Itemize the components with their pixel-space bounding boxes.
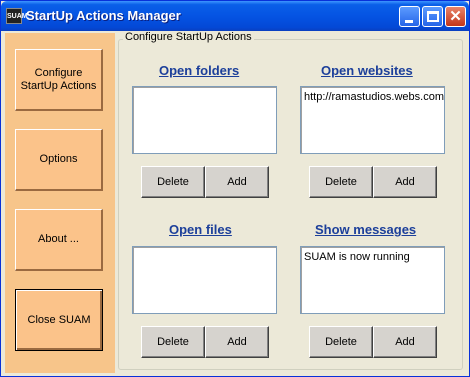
open-folders-add-button[interactable]: Add	[205, 166, 269, 198]
maximize-button[interactable]	[422, 6, 443, 27]
open-folders-list[interactable]	[132, 86, 277, 154]
open-files-list[interactable]	[132, 246, 277, 314]
minimize-icon	[405, 20, 413, 23]
open-files-add-button[interactable]: Add	[205, 326, 269, 358]
maximize-icon	[427, 11, 439, 22]
close-icon: ✕	[449, 8, 462, 25]
app-logo-icon: SUAM	[6, 8, 28, 24]
open-websites-list[interactable]: http://ramastudios.webs.com	[300, 86, 445, 154]
options-button[interactable]: Options	[15, 129, 103, 191]
title-bar[interactable]: SUAM StartUp Actions Manager ✕	[1, 1, 469, 31]
list-item[interactable]: http://ramastudios.webs.com	[304, 90, 444, 104]
open-websites-add-button[interactable]: Add	[373, 166, 437, 198]
groupbox-label: Configure StartUp Actions	[123, 31, 254, 43]
list-item[interactable]: SUAM is now running	[304, 250, 441, 264]
open-folders-delete-button[interactable]: Delete	[141, 166, 205, 198]
app-window: SUAM StartUp Actions Manager ✕ Configure…	[0, 0, 470, 377]
open-websites-delete-button[interactable]: Delete	[309, 166, 373, 198]
show-messages-title[interactable]: Show messages	[315, 222, 416, 237]
open-folders-title[interactable]: Open folders	[159, 63, 239, 78]
minimize-button[interactable]	[399, 6, 420, 27]
open-files-delete-button[interactable]: Delete	[141, 326, 205, 358]
close-window-button[interactable]: ✕	[445, 6, 466, 27]
sidebar: Configure StartUp Actions Options About …	[5, 33, 115, 373]
open-files-title[interactable]: Open files	[169, 222, 232, 237]
show-messages-delete-button[interactable]: Delete	[309, 326, 373, 358]
window-title: StartUp Actions Manager	[26, 8, 181, 23]
show-messages-list[interactable]: SUAM is now running	[300, 246, 445, 314]
about-button[interactable]: About ...	[15, 209, 103, 271]
configure-startup-actions-button[interactable]: Configure StartUp Actions	[15, 49, 103, 111]
close-suam-button[interactable]: Close SUAM	[15, 289, 103, 351]
show-messages-add-button[interactable]: Add	[373, 326, 437, 358]
open-websites-title[interactable]: Open websites	[321, 63, 413, 78]
